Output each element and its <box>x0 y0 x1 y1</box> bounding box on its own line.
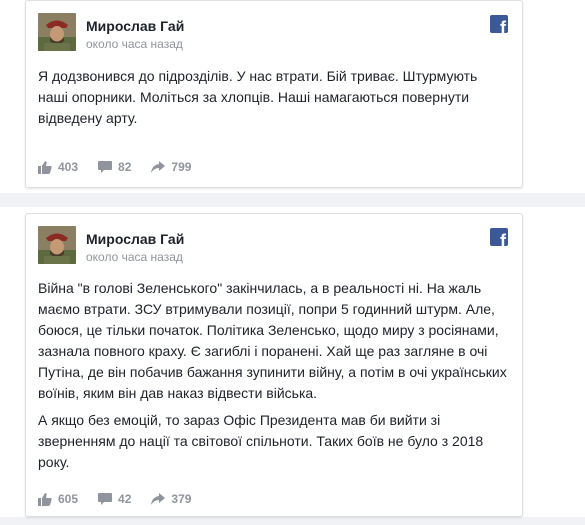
post-stats: 403 82 799 <box>38 157 211 177</box>
post-timestamp[interactable]: около часа назад <box>86 250 183 264</box>
post-paragraph: А якщо без емоцій, то зараз Офіс Президе… <box>38 412 484 470</box>
thumbs-up-icon <box>38 160 52 174</box>
like-count[interactable]: 403 <box>38 160 78 174</box>
author-name[interactable]: Мирослав Гай <box>86 231 184 247</box>
comment-count-value: 42 <box>118 492 132 506</box>
post-paragraph: Я додзвонився до підрозділів. У нас втра… <box>38 68 478 126</box>
avatar[interactable] <box>38 226 76 264</box>
comment-icon <box>98 160 113 173</box>
share-count[interactable]: 379 <box>151 492 191 506</box>
share-count-value: 799 <box>171 160 192 174</box>
comment-icon <box>98 492 113 505</box>
comment-count[interactable]: 42 <box>98 492 131 506</box>
share-arrow-icon <box>151 493 166 505</box>
share-count[interactable]: 799 <box>151 160 191 174</box>
post-timestamp[interactable]: около часа назад <box>86 37 183 51</box>
post-paragraph: Війна "в голові Зеленського" закінчилась… <box>38 280 507 401</box>
comment-count-value: 82 <box>118 160 132 174</box>
post-card: Мирослав Гай около часа назад f Війна "в… <box>25 213 523 517</box>
post-text: Я додзвонився до підрозділів. У нас втра… <box>38 66 508 135</box>
comment-count[interactable]: 82 <box>98 160 131 174</box>
facebook-icon[interactable]: f <box>490 228 508 246</box>
post-stats: 605 42 379 <box>38 489 211 509</box>
share-arrow-icon <box>151 161 166 173</box>
like-count-value: 403 <box>58 160 79 174</box>
post-text: Війна "в голові Зеленського" закінчилась… <box>38 278 508 479</box>
feed-separator <box>0 193 585 207</box>
facebook-icon[interactable]: f <box>490 15 508 33</box>
like-count-value: 605 <box>58 492 79 506</box>
author-name[interactable]: Мирослав Гай <box>86 18 184 34</box>
post-card: Мирослав Гай около часа назад f Я додзво… <box>25 0 523 188</box>
feed-separator <box>0 517 585 525</box>
thumbs-up-icon <box>38 492 52 506</box>
share-count-value: 379 <box>171 492 192 506</box>
like-count[interactable]: 605 <box>38 492 78 506</box>
avatar[interactable] <box>38 13 76 51</box>
